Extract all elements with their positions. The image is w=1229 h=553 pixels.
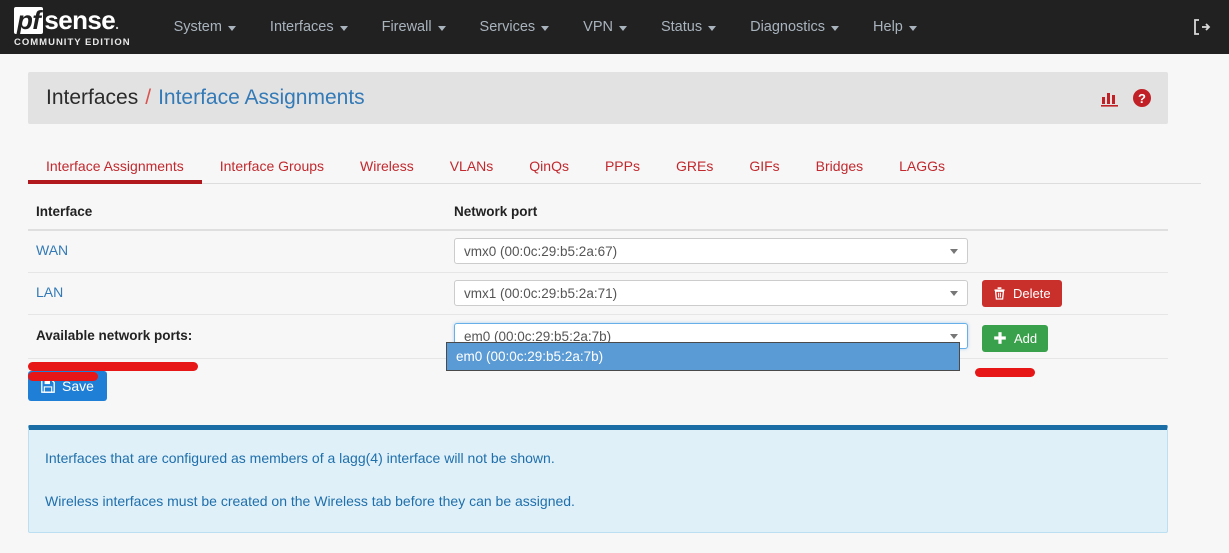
nav-item-interfaces[interactable]: Interfaces	[253, 0, 365, 54]
nav-label: Services	[479, 19, 536, 35]
tab-wireless[interactable]: Wireless	[342, 158, 432, 183]
network-port-dropdown-list: em0 (00:0c:29:b5:2a:7b)	[446, 341, 960, 371]
trash-icon	[993, 286, 1006, 300]
add-button-label: Add	[1014, 330, 1038, 346]
nav-item-services[interactable]: Services	[463, 0, 567, 54]
info-panel: Interfaces that are configured as member…	[28, 424, 1168, 533]
nav-label: System	[173, 19, 222, 35]
chevron-down-icon	[950, 290, 958, 296]
save-button[interactable]: Save	[28, 370, 107, 401]
info-panel-line-1: Interfaces that are configured as member…	[45, 449, 555, 466]
table-row: WAN vmx0 (00:0c:29:b5:2a:67)	[28, 230, 1168, 273]
tab-gres[interactable]: GREs	[658, 158, 731, 183]
select-value: vmx0 (00:0c:29:b5:2a:67)	[464, 243, 618, 259]
nav-item-system[interactable]: System	[157, 0, 253, 54]
dropdown-option-em0[interactable]: em0 (00:0c:29:b5:2a:7b)	[447, 342, 959, 370]
network-port-select-lan[interactable]: vmx1 (00:0c:29:b5:2a:71)	[454, 280, 968, 306]
brand-dot: .	[115, 15, 119, 32]
breadcrumb-separator: /	[145, 86, 152, 109]
brand-pf-text: pf	[14, 6, 44, 34]
interface-link-lan[interactable]: LAN	[36, 284, 63, 300]
tab-qinqs[interactable]: QinQs	[511, 158, 587, 183]
select-value: vmx1 (00:0c:29:b5:2a:71)	[464, 285, 618, 301]
interface-assignments-table-wrapper: Interface Network port WAN vmx0 (00:0c:2…	[28, 198, 1168, 371]
svg-text:?: ?	[1138, 91, 1146, 106]
nav-item-vpn[interactable]: VPN	[566, 0, 644, 54]
tab-vlans[interactable]: VLANs	[432, 158, 512, 183]
chevron-down-icon	[541, 26, 550, 31]
chevron-down-icon	[708, 26, 717, 31]
tab-gifs[interactable]: GIFs	[731, 158, 797, 183]
column-header-actions	[968, 198, 1168, 231]
delete-button-label: Delete	[1013, 285, 1051, 301]
interface-link-wan[interactable]: WAN	[36, 242, 68, 258]
tab-bridges[interactable]: Bridges	[798, 158, 881, 183]
save-row: Save	[28, 370, 1229, 401]
table-row: LAN vmx1 (00:0c:29:b5:2a:71) Delete	[28, 272, 1168, 315]
brand-sense-text: sense	[44, 4, 116, 35]
column-header-network-port: Network port	[446, 198, 968, 231]
chevron-down-icon	[339, 26, 348, 31]
pfsense-logo[interactable]: pf sense. COMMUNITY EDITION	[14, 4, 131, 48]
nav-label: Help	[873, 19, 903, 35]
tab-ppps[interactable]: PPPs	[587, 158, 658, 183]
available-ports-row: Available network ports: em0 (00:0c:29:b…	[28, 314, 1168, 371]
nav-label: VPN	[583, 19, 613, 35]
network-port-select-wan[interactable]: vmx0 (00:0c:29:b5:2a:67)	[454, 238, 968, 265]
bar-chart-icon[interactable]	[1101, 89, 1120, 107]
brand-subtitle: COMMUNITY EDITION	[14, 36, 131, 48]
logout-icon[interactable]	[1191, 17, 1211, 37]
nav-item-diagnostics[interactable]: Diagnostics	[733, 0, 856, 54]
nav-label: Diagnostics	[750, 19, 826, 35]
question-circle-icon[interactable]: ?	[1132, 88, 1152, 108]
tab-laggs[interactable]: LAGGs	[881, 158, 963, 183]
chevron-down-icon	[950, 248, 958, 254]
page-header-card: Interfaces / Interface Assignments ?	[28, 72, 1168, 124]
nav-label: Interfaces	[269, 19, 334, 35]
chevron-down-icon	[227, 26, 236, 31]
save-button-label: Save	[62, 377, 94, 394]
interface-assignments-table: Interface Network port WAN vmx0 (00:0c:2…	[28, 198, 1168, 371]
breadcrumb-current[interactable]: Interface Assignments	[158, 86, 365, 110]
chevron-down-icon	[437, 26, 446, 31]
brand-wordmark: pf sense.	[14, 4, 131, 35]
chevron-down-icon	[908, 26, 917, 31]
tab-interface-assignments[interactable]: Interface Assignments	[28, 158, 202, 184]
top-navbar: pf sense. COMMUNITY EDITION System Interf…	[0, 0, 1229, 54]
tab-bar: Interface Assignments Interface Groups W…	[28, 146, 1201, 184]
nav-label: Firewall	[381, 19, 432, 35]
table-header-row: Interface Network port	[28, 198, 1168, 231]
nav-item-status[interactable]: Status	[644, 0, 733, 54]
header-icon-group: ?	[1101, 88, 1152, 108]
available-network-ports-label: Available network ports:	[36, 328, 193, 343]
column-header-interface: Interface	[28, 198, 446, 231]
nav-menu: System Interfaces Firewall Services VPN …	[157, 0, 934, 54]
plus-icon	[993, 331, 1007, 345]
delete-button[interactable]: Delete	[982, 279, 1062, 307]
nav-item-help[interactable]: Help	[856, 0, 934, 54]
floppy-disk-icon	[41, 378, 55, 393]
info-panel-line-2: Wireless interfaces must be created on t…	[45, 492, 575, 509]
breadcrumb-parent: Interfaces	[46, 86, 139, 109]
chevron-down-icon	[618, 26, 627, 31]
tab-interface-groups[interactable]: Interface Groups	[202, 158, 342, 183]
nav-item-firewall[interactable]: Firewall	[365, 0, 463, 54]
nav-label: Status	[660, 19, 703, 35]
chevron-down-icon	[831, 26, 840, 31]
chevron-down-icon	[950, 333, 958, 339]
add-button[interactable]: Add	[982, 324, 1049, 352]
